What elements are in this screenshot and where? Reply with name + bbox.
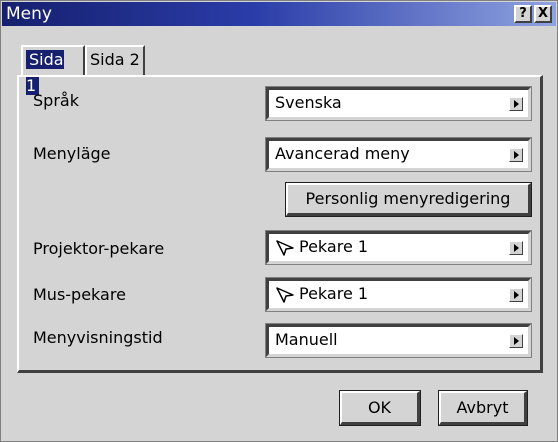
dialog-window: Meny ? X Sida 1 Sida 2 Språk Svenska Men… <box>0 0 558 442</box>
title-bar[interactable]: Meny ? X <box>2 2 556 26</box>
mouse-pointer-select[interactable]: Pekare 1 <box>265 277 532 312</box>
custom-menu-edit-button[interactable]: Personlig menyredigering <box>285 182 532 217</box>
menu-display-time-label: Menyvisningstid <box>33 328 163 347</box>
language-value: Svenska <box>275 93 342 112</box>
pointer-cursor-icon <box>276 286 294 303</box>
tab-sida-2[interactable]: Sida 2 <box>85 45 145 75</box>
language-select[interactable]: Svenska <box>265 86 532 121</box>
projector-pointer-select[interactable]: Pekare 1 <box>265 230 532 265</box>
mouse-pointer-value: Pekare 1 <box>299 284 369 303</box>
help-button[interactable]: ? <box>514 5 532 23</box>
menu-display-time-value: Manuell <box>275 330 338 349</box>
mouse-pointer-label: Mus-pekare <box>33 285 126 304</box>
language-label: Språk <box>33 91 79 110</box>
tab-label: Sida 2 <box>90 50 140 69</box>
projector-pointer-value: Pekare 1 <box>299 237 369 256</box>
projector-pointer-content: Pekare 1 <box>275 237 368 257</box>
menu-mode-select[interactable]: Avancerad meny <box>265 137 532 172</box>
close-button[interactable]: X <box>534 5 552 23</box>
projector-pointer-label: Projektor-pekare <box>33 239 165 258</box>
arrow-right-icon[interactable] <box>509 148 523 162</box>
window-title: Meny <box>6 4 52 24</box>
arrow-right-icon[interactable] <box>509 288 523 302</box>
cancel-button[interactable]: Avbryt <box>438 390 528 426</box>
tab-sida-1[interactable]: Sida 1 <box>21 45 85 95</box>
pointer-cursor-icon <box>276 239 294 256</box>
arrow-right-icon[interactable] <box>509 334 523 348</box>
ok-button[interactable]: OK <box>339 390 421 426</box>
arrow-right-icon[interactable] <box>509 97 523 111</box>
menu-mode-value: Avancerad meny <box>275 144 410 163</box>
menu-mode-label: Menyläge <box>33 144 111 163</box>
arrow-right-icon[interactable] <box>509 241 523 255</box>
menu-display-time-select[interactable]: Manuell <box>265 323 532 358</box>
mouse-pointer-content: Pekare 1 <box>275 284 368 304</box>
